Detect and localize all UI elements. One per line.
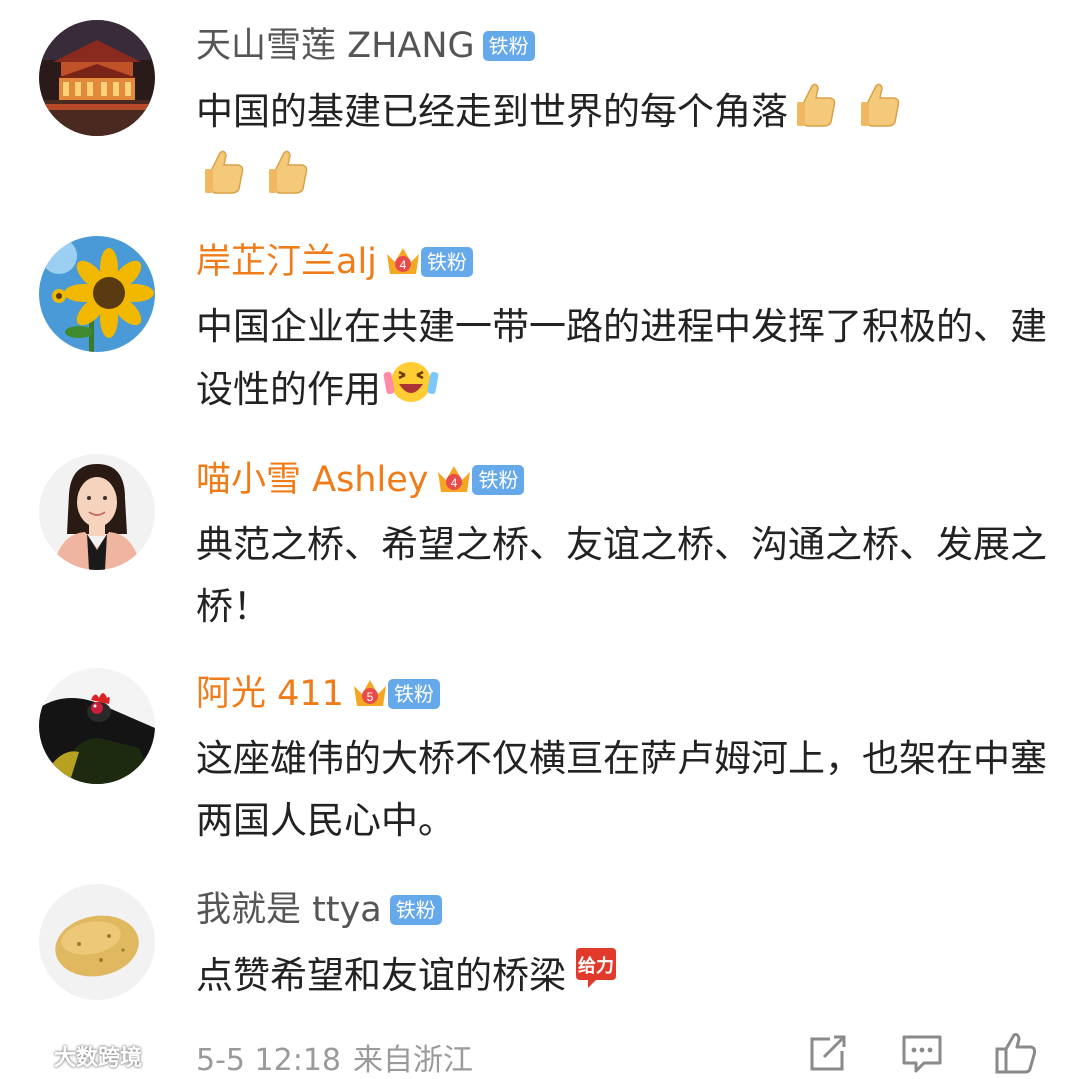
crown-level-icon: 4 bbox=[386, 248, 419, 274]
laughing-face-icon bbox=[383, 358, 439, 425]
crown-level-icon: 5 bbox=[353, 680, 386, 706]
comment-text: 典范之桥、希望之桥、友谊之桥、沟通之桥、发展之桥！ bbox=[196, 523, 1047, 628]
fan-badge: 铁粉 bbox=[389, 895, 442, 925]
woman-portrait-avatar[interactable] bbox=[39, 454, 155, 570]
name-row: 岸芷汀兰alj 4 铁粉 bbox=[196, 238, 473, 286]
watermark-logo-icon bbox=[13, 1045, 48, 1067]
comment-text: 点赞希望和友谊的桥梁 给力 bbox=[196, 944, 1056, 1011]
rooster-avatar[interactable] bbox=[39, 668, 155, 784]
username[interactable]: 天山雪莲 ZHANG bbox=[196, 22, 475, 70]
name-row: 天山雪莲 ZHANG 铁粉 bbox=[196, 22, 535, 70]
thumbs-up-icon bbox=[202, 147, 246, 214]
fan-badge: 铁粉 bbox=[420, 247, 473, 277]
svg-text:给力: 给力 bbox=[578, 955, 614, 977]
sunflower-avatar[interactable] bbox=[39, 236, 155, 352]
comment-icon[interactable] bbox=[900, 1031, 944, 1075]
username[interactable]: 岸芷汀兰alj bbox=[196, 238, 377, 286]
svg-text:4: 4 bbox=[451, 476, 458, 490]
post-meta: 5-5 12:18 来自浙江 bbox=[196, 1035, 473, 1079]
fan-badge: 铁粉 bbox=[472, 465, 525, 495]
fan-badge: 铁粉 bbox=[387, 679, 440, 709]
thumbs-up-icon bbox=[794, 80, 838, 147]
like-icon[interactable] bbox=[994, 1031, 1038, 1075]
post-time: 5-5 12:18 bbox=[196, 1043, 341, 1078]
palace-avatar[interactable] bbox=[39, 20, 155, 136]
potato-avatar[interactable] bbox=[39, 884, 155, 1000]
comment-footer: 5-5 12:18 来自浙江 bbox=[0, 1027, 1080, 1079]
cheer-sticker-icon: 给力 bbox=[572, 944, 620, 1011]
name-row: 阿光 411 5 铁粉 bbox=[196, 670, 440, 718]
name-row: 喵小雪 Ashley 4 铁粉 bbox=[196, 456, 525, 504]
username[interactable]: 喵小雪 Ashley bbox=[196, 456, 428, 504]
username[interactable]: 我就是 ttya bbox=[196, 886, 382, 934]
fan-badge: 铁粉 bbox=[482, 31, 535, 61]
svg-text:5: 5 bbox=[367, 690, 374, 704]
svg-text:4: 4 bbox=[400, 258, 407, 272]
thumbs-up-icon bbox=[858, 80, 902, 147]
comment-text: 中国的基建已经走到世界的每个角落 bbox=[196, 80, 1056, 214]
username[interactable]: 阿光 411 bbox=[196, 670, 344, 718]
post-location: 来自浙江 bbox=[353, 1043, 473, 1078]
watermark-text: 大数跨境 bbox=[54, 1046, 143, 1071]
share-icon[interactable] bbox=[806, 1031, 850, 1075]
comment-text: 中国企业在共建一带一路的进程中发挥了积极的、建设性的作用 bbox=[196, 296, 1056, 425]
name-row: 我就是 ttya 铁粉 bbox=[196, 886, 442, 934]
thumbs-up-icon bbox=[266, 147, 310, 214]
comment-text: 这座雄伟的大桥不仅横亘在萨卢姆河上，也架在中塞两国人民心中。 bbox=[196, 737, 1047, 842]
crown-level-icon: 4 bbox=[438, 466, 471, 492]
watermark: 大数跨境 bbox=[10, 1040, 142, 1072]
